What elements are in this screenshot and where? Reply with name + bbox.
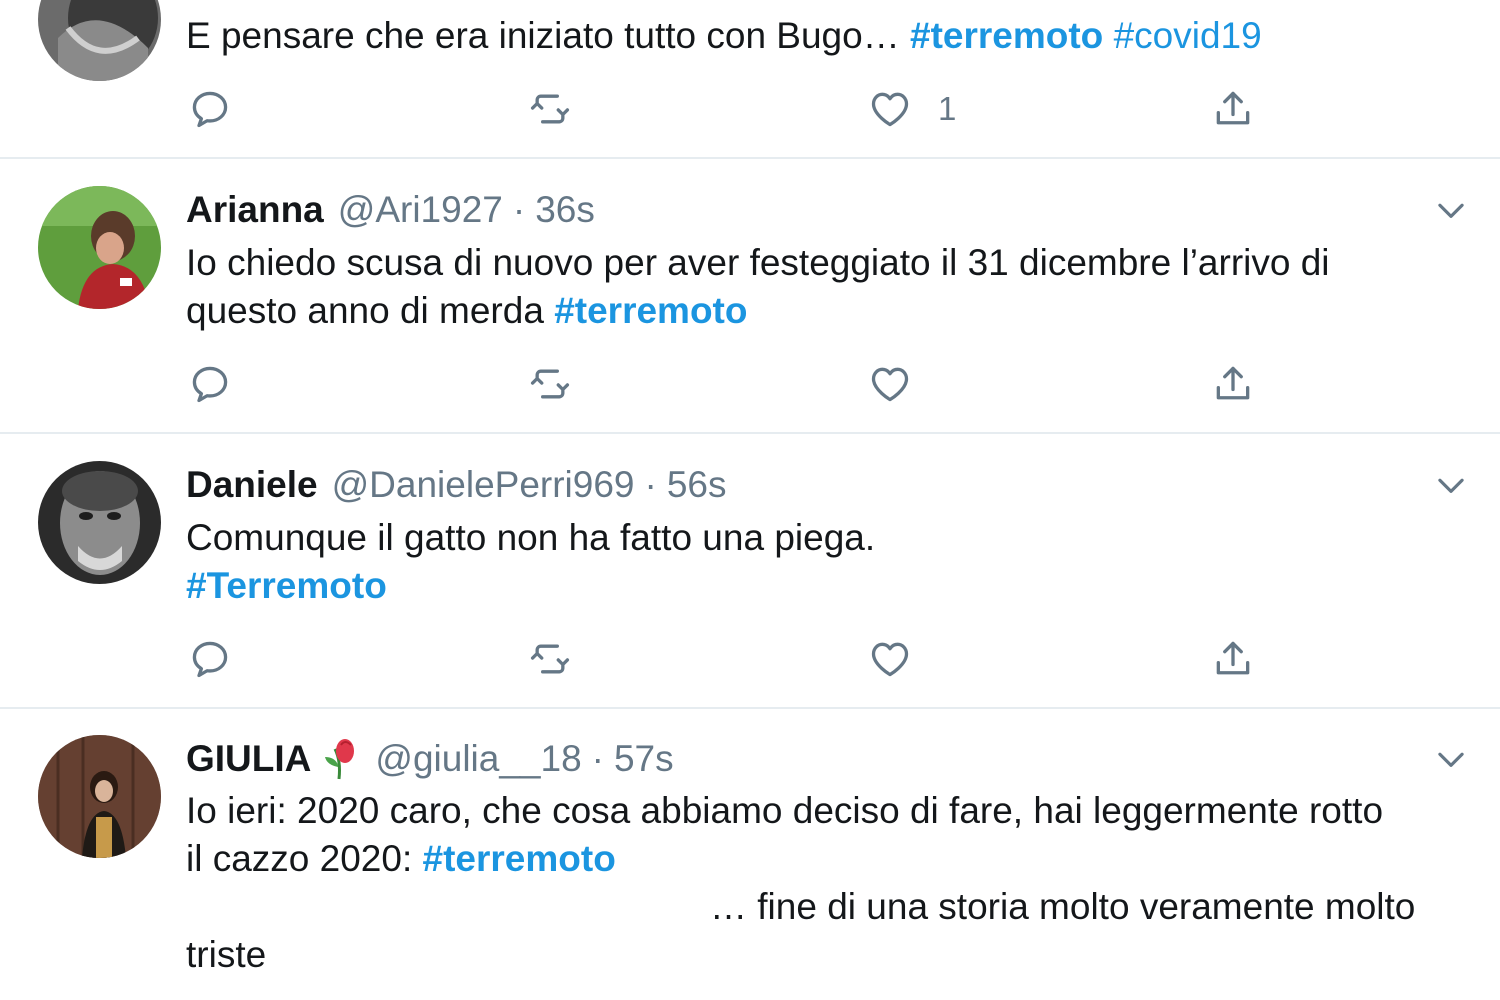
tweet-divider	[0, 707, 1500, 709]
share-icon	[1216, 91, 1250, 125]
like-button[interactable]: 1	[868, 84, 956, 134]
chevron-down-icon[interactable]	[1432, 466, 1470, 504]
like-count: 1	[938, 90, 957, 127]
avatar-arianna[interactable]	[38, 186, 161, 309]
reply-button[interactable]	[188, 84, 232, 134]
separator-dot: ·	[512, 189, 526, 230]
chevron-down-icon[interactable]	[1432, 191, 1470, 229]
user-handle[interactable]: @Ari1927	[338, 189, 503, 231]
tweet-1-line-1: questo anno di merda	[186, 290, 555, 331]
share-icon	[1216, 366, 1250, 400]
user-handle[interactable]: @DanielePerri969	[332, 464, 635, 506]
tweet-3-line-1: il cazzo 2020:	[186, 838, 423, 879]
retweet-icon	[530, 644, 570, 674]
tweet-0-text: E pensare che era iniziato tutto con Bug…	[186, 12, 1476, 60]
tweet-3-text: Io ieri: 2020 caro, che cosa abbiamo dec…	[186, 787, 1476, 979]
display-name[interactable]: Arianna	[186, 189, 324, 231]
tweet-1-text: Io chiedo scusa di nuovo per aver festeg…	[186, 239, 1476, 335]
heart-icon	[871, 92, 909, 127]
like-button[interactable]	[868, 359, 912, 409]
hashtag-link[interactable]: #terremoto	[910, 15, 1103, 56]
user-handle[interactable]: @giulia__18	[375, 738, 581, 780]
tweet-2-line-0: Comunque il gatto non ha fatto una piega…	[186, 517, 876, 558]
avatar-tweet-0[interactable]	[38, 0, 161, 81]
avatar-daniele[interactable]	[38, 461, 161, 584]
tweet-3-header: GIULIA @giulia__18 · 57s	[186, 735, 674, 783]
share-icon	[1216, 641, 1250, 675]
tweet-2-text: Comunque il gatto non ha fatto una piega…	[186, 514, 1476, 610]
hashtag-link[interactable]: #covid19	[1114, 15, 1262, 56]
tweet-1-line-0: Io chiedo scusa di nuovo per aver festeg…	[186, 242, 1330, 283]
heart-icon	[871, 367, 909, 402]
tweet-2-header: Daniele @DanielePerri969 · 56s	[186, 461, 727, 509]
tweet-3-line-2: … fine di una storia molto veramente mol…	[710, 886, 1416, 927]
tweet-divider	[0, 432, 1500, 434]
hashtag-link[interactable]: #terremoto	[423, 838, 616, 879]
tweet-1-header: Arianna @Ari1927 · 36s	[186, 186, 595, 234]
like-button[interactable]	[868, 634, 912, 684]
tweet-divider	[0, 157, 1500, 159]
share-button[interactable]	[1211, 634, 1255, 684]
hashtag-link[interactable]: #Terremoto	[186, 565, 387, 606]
reply-icon	[192, 366, 228, 403]
timestamp[interactable]: 57s	[614, 738, 674, 780]
reply-icon	[192, 91, 228, 128]
share-button[interactable]	[1211, 84, 1255, 134]
tweet-3-line-3: triste	[186, 934, 267, 975]
separator-dot: ·	[591, 738, 604, 779]
retweet-button[interactable]	[528, 84, 572, 134]
retweet-button[interactable]	[528, 359, 572, 409]
share-button[interactable]	[1211, 359, 1255, 409]
tweet-0-actions: 1	[0, 84, 1500, 134]
avatar-giulia[interactable]	[38, 735, 161, 858]
reply-button[interactable]	[188, 359, 232, 409]
reply-icon	[192, 641, 228, 678]
heart-icon	[871, 642, 909, 677]
display-name[interactable]: GIULIA	[186, 738, 311, 780]
tweet-1-actions	[0, 359, 1500, 409]
timestamp[interactable]: 56s	[667, 464, 727, 506]
timestamp[interactable]: 36s	[535, 189, 595, 231]
tweet-2-actions	[0, 634, 1500, 684]
chevron-down-icon[interactable]	[1432, 740, 1470, 778]
hashtag-link[interactable]: #terremoto	[554, 290, 747, 331]
wilted-flower-emoji	[325, 739, 355, 780]
reply-button[interactable]	[188, 634, 232, 684]
retweet-icon	[530, 94, 570, 124]
retweet-icon	[530, 369, 570, 399]
retweet-button[interactable]	[528, 634, 572, 684]
separator-dot: ·	[644, 464, 657, 505]
tweet-0-line-0: E pensare che era iniziato tutto con Bug…	[186, 15, 910, 56]
display-name[interactable]: Daniele	[186, 464, 318, 506]
tweet-3-line-0: Io ieri: 2020 caro, che cosa abbiamo dec…	[186, 790, 1384, 831]
